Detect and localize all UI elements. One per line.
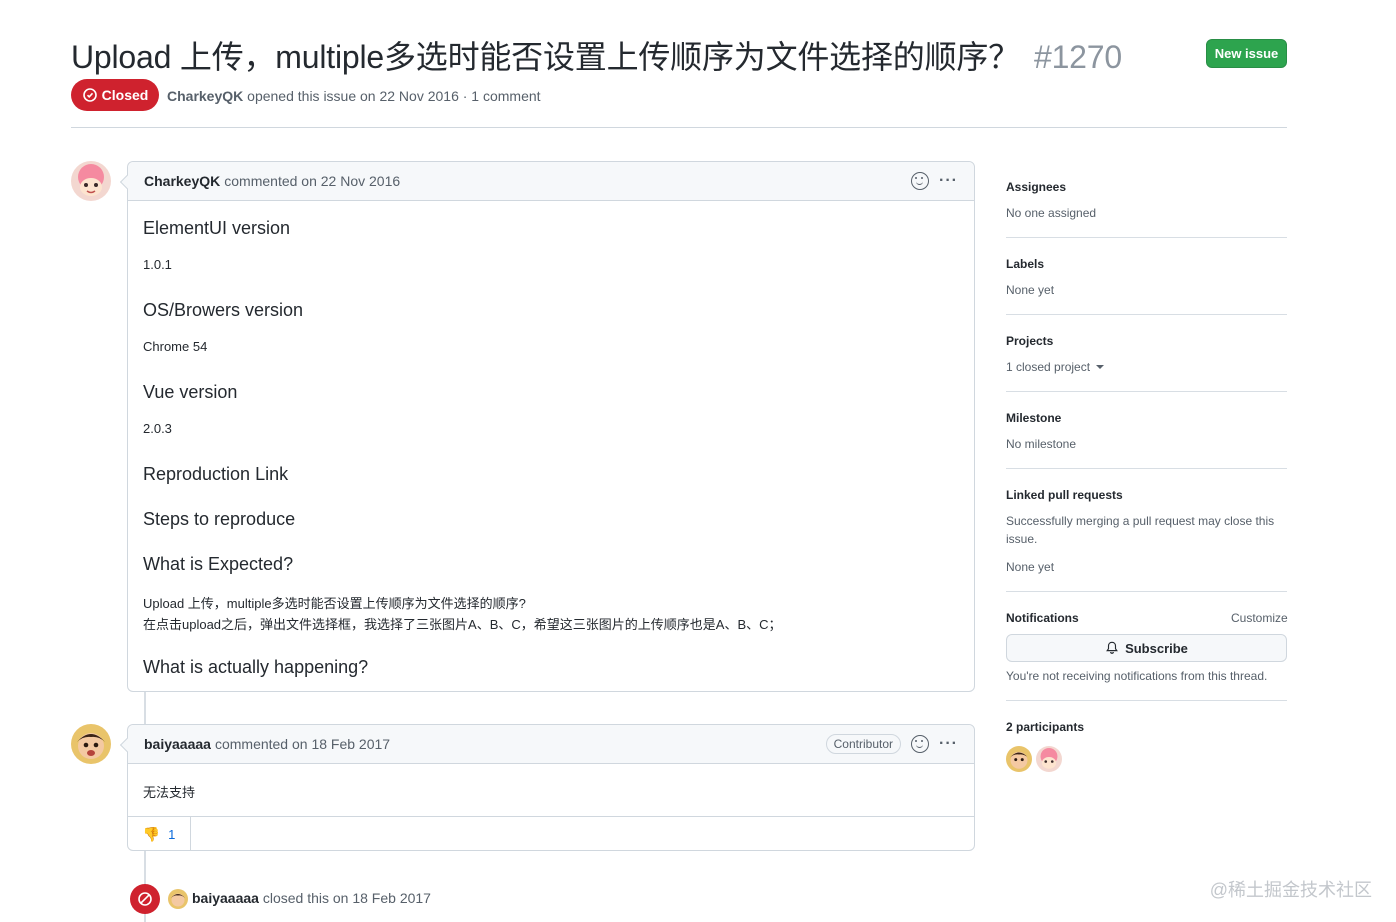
circle-slash-icon — [138, 892, 152, 906]
sidebar-divider — [1006, 700, 1287, 701]
reaction-thumbs-down[interactable]: 👎 1 — [128, 817, 191, 851]
sidebar-divider — [1006, 237, 1287, 238]
body-heading: What is actually happening? — [143, 657, 369, 677]
sidebar-assignees-heading[interactable]: Assignees — [1006, 180, 1066, 194]
issue-title-text: Upload 上传，multiple多选时能否设置上传顺序为文件选择的顺序？ — [71, 39, 1020, 75]
reaction-count: 1 — [168, 826, 176, 842]
sidebar-labels-value: None yet — [1006, 283, 1055, 297]
kebab-menu-icon[interactable]: ··· — [939, 172, 958, 190]
sidebar-labels-heading[interactable]: Labels — [1006, 257, 1044, 271]
comment-box: baiyaaaaa commented on 18 Feb 2017 Contr… — [119, 724, 975, 851]
comment-author[interactable]: CharkeyQK — [144, 173, 220, 189]
event-text[interactable]: closed this on 18 Feb 2017 — [263, 890, 431, 906]
avatar-baiyaaaaa-icon — [168, 889, 188, 909]
issue-number: #1270 — [1033, 39, 1122, 75]
sidebar-milestone-value: No milestone — [1006, 437, 1077, 451]
participant-avatar[interactable] — [1006, 746, 1032, 772]
smiley-icon[interactable] — [911, 172, 930, 190]
header-divider — [71, 127, 1287, 128]
participants-heading: 2 participants — [1006, 720, 1085, 734]
subscribe-label: Subscribe — [1125, 640, 1188, 656]
sidebar-divider — [1006, 468, 1287, 469]
sidebar-divider — [1006, 391, 1287, 392]
new-issue-label: New issue — [1214, 46, 1279, 61]
comment-header: baiyaaaaa commented on 18 Feb 2017 Contr… — [128, 725, 974, 764]
closed-state-badge: Closed — [71, 79, 159, 111]
comment-meta[interactable]: commented on 22 Nov 2016 — [224, 173, 400, 189]
body-heading: What is Expected? — [143, 554, 294, 574]
customize-link[interactable]: Customize — [1231, 611, 1288, 625]
issue-title: Upload 上传，multiple多选时能否设置上传顺序为文件选择的顺序？ #1… — [71, 32, 1122, 78]
participant-avatar[interactable] — [1036, 746, 1062, 772]
sidebar-divider — [1006, 591, 1287, 592]
avatar-baiyaaaaa-icon — [71, 724, 111, 764]
issue-meta: CharkeyQK opened this issue on 22 Nov 20… — [167, 88, 541, 104]
smiley-icon[interactable] — [911, 735, 930, 753]
avatar-charkeyqk-icon — [1036, 746, 1062, 772]
sidebar-milestone-heading[interactable]: Milestone — [1006, 411, 1061, 425]
kebab-menu-icon[interactable]: ··· — [939, 735, 958, 753]
body-heading: OS/Browers version — [143, 300, 304, 320]
comment-author[interactable]: baiyaaaaa — [144, 736, 211, 752]
projects-value: 1 closed project — [1006, 360, 1091, 374]
contributor-badge: Contributor — [825, 734, 902, 754]
issue-closed-icon — [82, 88, 97, 102]
body-text: 2.0.3 — [143, 421, 172, 436]
avatar[interactable] — [71, 724, 111, 764]
sidebar-linked-heading[interactable]: Linked pull requests — [1006, 488, 1123, 502]
sidebar-linked-value: None yet — [1006, 560, 1055, 574]
body-text: Chrome 54 — [143, 339, 208, 354]
avatar[interactable] — [168, 889, 188, 909]
closed-event-text: baiyaaaaa closed this on 18 Feb 2017 — [192, 890, 431, 906]
body-heading: Vue version — [143, 382, 238, 402]
sidebar-projects-heading[interactable]: Projects — [1006, 334, 1053, 348]
thumbs-down-icon: 👎 — [142, 825, 161, 842]
closed-event-badge — [130, 884, 160, 914]
reactions-divider — [128, 816, 974, 817]
body-heading: Steps to reproduce — [143, 509, 296, 529]
notifications-text: You're not receiving notifications from … — [1006, 669, 1268, 683]
sidebar-notifications-heading: Notifications — [1006, 611, 1079, 625]
watermark: @稀土掘金技术社区 — [1209, 880, 1372, 900]
timeline-line — [144, 691, 146, 724]
new-issue-button[interactable]: New issue — [1206, 39, 1287, 68]
comment-body: 无法支持 — [143, 785, 196, 800]
sidebar-linked-desc: issue. — [1006, 532, 1038, 546]
comment-header: CharkeyQK commented on 22 Nov 2016 ··· — [128, 162, 974, 201]
body-heading: ElementUI version — [143, 218, 291, 238]
bell-icon — [1106, 641, 1118, 654]
comment-meta[interactable]: commented on 18 Feb 2017 — [215, 736, 390, 752]
issue-meta-text: opened this issue on 22 Nov 2016 · 1 com… — [247, 88, 541, 104]
body-text: 在点击upload之后，弹出文件选择框，我选择了三张图片A、B、C，希望这三张图… — [143, 617, 782, 632]
avatar[interactable] — [71, 161, 111, 201]
subscribe-button[interactable]: Subscribe — [1006, 634, 1287, 662]
body-text: 1.0.1 — [143, 257, 172, 272]
sidebar-divider — [1006, 314, 1287, 315]
issue-author-link[interactable]: CharkeyQK — [167, 88, 243, 104]
body-heading: Reproduction Link — [143, 464, 289, 484]
state-label: Closed — [101, 87, 149, 103]
avatar-charkeyqk-icon — [71, 161, 111, 201]
sidebar-projects-dropdown[interactable]: 1 closed project — [1006, 360, 1105, 374]
sidebar-assignees-value: No one assigned — [1006, 206, 1097, 220]
sidebar-linked-desc: Successfully merging a pull request may … — [1006, 514, 1275, 528]
triangle-down-icon — [1096, 365, 1105, 369]
event-actor[interactable]: baiyaaaaa — [192, 890, 259, 906]
avatar-baiyaaaaa-icon — [1006, 746, 1032, 772]
body-text: Upload 上传，multiple多选时能否设置上传顺序为文件选择的顺序? — [143, 596, 526, 611]
comment-box: CharkeyQK commented on 22 Nov 2016 ··· E… — [119, 161, 975, 692]
